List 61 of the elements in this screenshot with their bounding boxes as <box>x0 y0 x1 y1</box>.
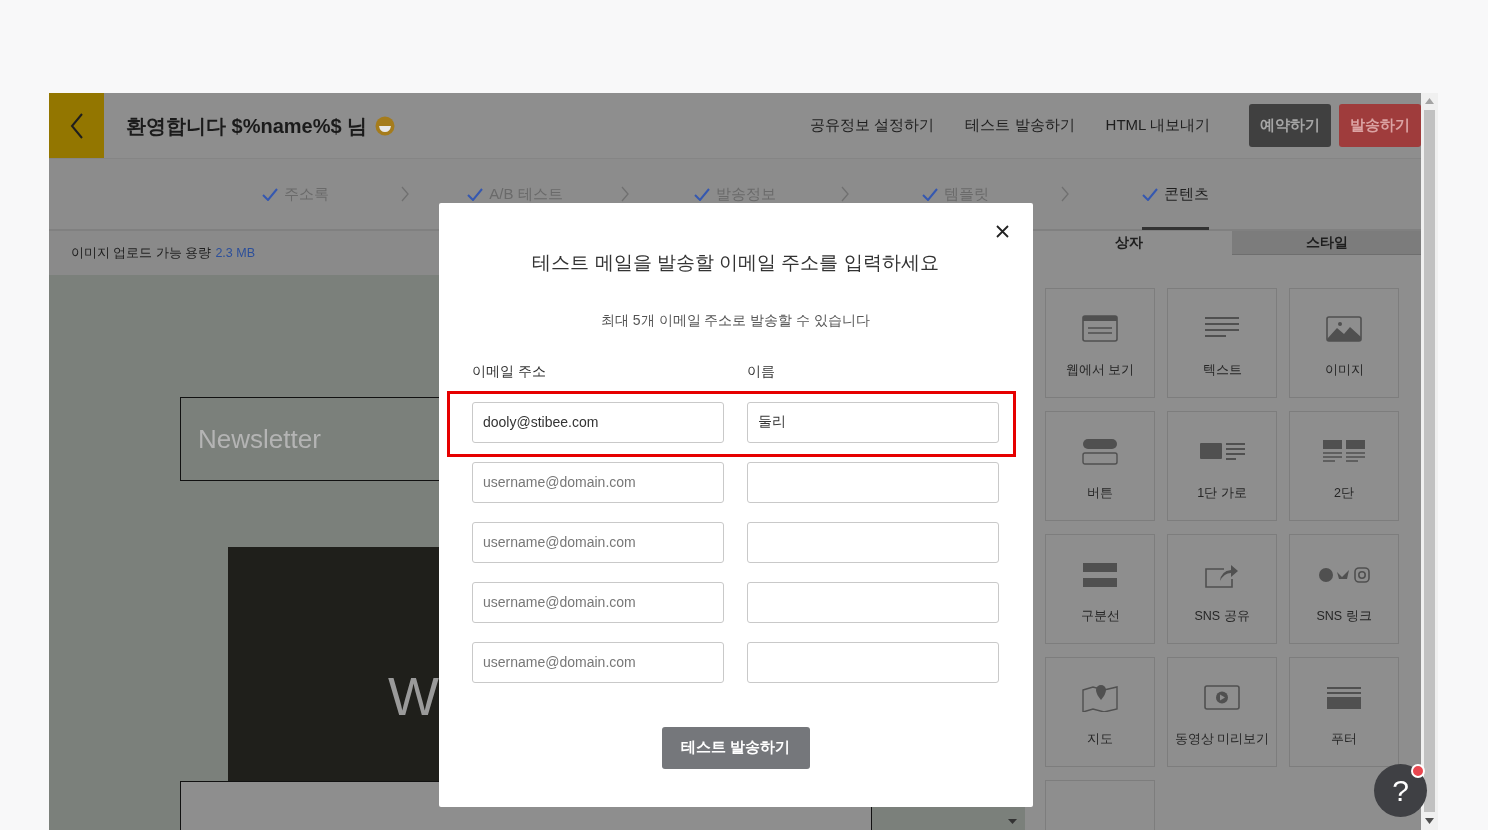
upload-label: 이미지 업로드 가능 용량 <box>71 244 212 262</box>
scrollbar[interactable] <box>1421 93 1438 830</box>
footer-icon <box>1326 684 1362 712</box>
panel-tab[interactable]: 스타일 <box>1232 231 1421 255</box>
check-icon <box>1141 188 1158 201</box>
name-field[interactable] <box>747 581 999 623</box>
chevron-icon <box>841 186 849 202</box>
block-tile[interactable]: 동영상 미리보기 <box>1167 657 1277 767</box>
header-link[interactable]: HTML 내보내기 <box>1105 114 1210 137</box>
divider-icon <box>1082 561 1118 589</box>
name-field[interactable] <box>747 521 999 563</box>
schedule-button[interactable]: 예약하기 <box>1249 104 1331 147</box>
name-field[interactable]: 둘리 <box>747 401 999 443</box>
block-tile[interactable]: 버튼 <box>1045 411 1155 521</box>
upload-value: 2.3 MB <box>215 244 256 262</box>
dialog-subtitle: 최대 5개 이메일 주소로 발송할 수 있습니다 <box>599 310 872 330</box>
chevron-icon <box>401 186 409 202</box>
block-tile[interactable]: 텍스트 <box>1167 288 1277 398</box>
map-icon <box>1082 684 1118 712</box>
email-field[interactable]: dooly@stibee.com <box>472 401 724 443</box>
block-tile[interactable]: SNS 공유 <box>1167 534 1277 644</box>
page-title: 환영합니다 $%name%$ 님 <box>126 113 368 139</box>
close-icon <box>996 225 1009 238</box>
back-button[interactable] <box>49 93 104 158</box>
browser-icon <box>1082 315 1118 343</box>
block-tile[interactable]: 푸터 <box>1289 657 1399 767</box>
scroll-up-icon[interactable] <box>1425 98 1434 104</box>
header-link[interactable]: 테스트 발송하기 <box>965 114 1075 137</box>
check-icon <box>921 188 938 201</box>
back-icon <box>69 112 84 139</box>
emoji-icon <box>375 115 396 136</box>
email-field[interactable]: username@domain.com <box>472 461 724 503</box>
column-label: 이메일 주소 <box>472 361 547 381</box>
scroll-down-icon[interactable] <box>1425 818 1434 824</box>
email-field[interactable]: username@domain.com <box>472 521 724 563</box>
column-label: 이름 <box>747 361 776 381</box>
check-icon <box>467 188 484 201</box>
block-tile[interactable]: 2단 <box>1289 411 1399 521</box>
caret-icon <box>1008 819 1017 824</box>
email-field[interactable]: username@domain.com <box>472 641 724 683</box>
check-icon <box>261 188 278 201</box>
block-tile[interactable]: SNS 링크 <box>1289 534 1399 644</box>
send-test-button[interactable]: 테스트 발송하기 <box>661 726 810 769</box>
block-tile[interactable]: 구분선 <box>1045 534 1155 644</box>
video-icon <box>1204 684 1240 712</box>
scrollbar-thumb[interactable] <box>1424 110 1435 812</box>
dialog-title: 테스트 메일을 발송할 이메일 주소를 입력하세요 <box>531 251 940 275</box>
button-icon <box>1082 438 1118 466</box>
send-button[interactable]: 발송하기 <box>1339 104 1421 147</box>
email-field[interactable]: username@domain.com <box>472 581 724 623</box>
header-link[interactable]: 공유정보 설정하기 <box>810 114 935 137</box>
name-field[interactable] <box>747 641 999 683</box>
block-tile[interactable]: 지도 <box>1045 657 1155 767</box>
image-icon <box>1326 315 1362 343</box>
block-tile[interactable]: 이미지 <box>1289 288 1399 398</box>
name-field[interactable] <box>747 461 999 503</box>
block-tile[interactable]: 1단 가로 <box>1167 411 1277 521</box>
chevron-icon <box>621 186 629 202</box>
check-icon <box>694 188 710 201</box>
block-tile[interactable]: 웹에서 보기 <box>1045 288 1155 398</box>
chevron-icon <box>1061 186 1069 202</box>
